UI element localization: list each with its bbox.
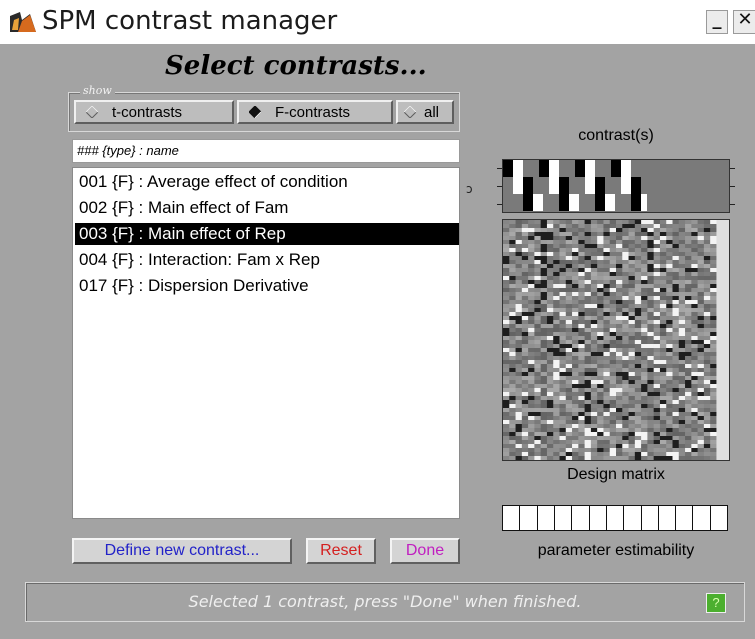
done-button[interactable]: Done: [390, 538, 460, 564]
radio-diamond-icon: [86, 106, 98, 118]
radio-diamond-icon: [404, 106, 416, 118]
contrast-label: contrast(s): [578, 127, 654, 144]
list-header: ### {type} : name: [72, 139, 460, 163]
radio-diamond-selected-icon: [249, 106, 261, 118]
contrast-image: [502, 159, 730, 213]
contrast-tick: [730, 204, 735, 205]
define-new-contrast-button[interactable]: Define new contrast...: [72, 538, 292, 564]
close-button[interactable]: ✕: [733, 10, 755, 34]
f-contrasts-radio[interactable]: F-contrasts: [237, 100, 393, 124]
contrast-tick: [730, 186, 735, 187]
estimability-cell: [520, 506, 538, 530]
reset-button[interactable]: Reset: [306, 538, 376, 564]
spm-app-icon: [10, 12, 36, 32]
contrast-tick: [730, 168, 735, 169]
estimability-cell: [693, 506, 711, 530]
radio-label: all: [424, 103, 440, 121]
estimability-cell: [642, 506, 659, 530]
estimability-cell: [503, 506, 521, 530]
t-contrasts-radio[interactable]: t-contrasts: [74, 100, 234, 124]
contrast-tick: [497, 186, 502, 187]
list-item[interactable]: 002 {F} : Main effect of Fam: [77, 197, 457, 219]
status-text: Selected 1 contrast, press "Done" when f…: [188, 592, 582, 611]
title-bar: SPM contrast manager _ ✕: [0, 0, 755, 44]
show-group-label: show: [80, 84, 115, 97]
contrast-tick: [497, 204, 502, 205]
status-bar: Selected 1 contrast, press "Done" when f…: [25, 582, 745, 622]
estimability-cell: [572, 506, 590, 530]
contrast-tick: [497, 168, 502, 169]
parameter-estimability-label: parameter estimability: [537, 542, 695, 559]
window-title: SPM contrast manager: [42, 6, 338, 36]
estimability-cell: [624, 506, 642, 530]
list-item-selected[interactable]: 003 {F} : Main effect of Rep: [75, 223, 459, 245]
estimability-cell: [590, 506, 607, 530]
page-heading: Select contrasts...: [165, 51, 427, 81]
estimability-cell: [538, 506, 555, 530]
list-item[interactable]: 017 {F} : Dispersion Derivative: [77, 275, 457, 297]
design-matrix-image: [502, 219, 730, 461]
help-button[interactable]: ?: [706, 593, 726, 613]
minimize-button[interactable]: _: [706, 10, 728, 34]
estimability-cell: [676, 506, 694, 530]
estimability-cell: [607, 506, 625, 530]
list-item[interactable]: 001 {F} : Average effect of condition: [77, 171, 457, 193]
design-matrix-label: Design matrix: [567, 466, 665, 483]
estimability-cell: [555, 506, 573, 530]
parameter-estimability-bar: [502, 505, 728, 531]
estimability-cell: [711, 506, 727, 530]
contrast-side-glyph: ɔ: [466, 182, 473, 196]
all-radio[interactable]: all: [396, 100, 454, 124]
radio-label: t-contrasts: [112, 103, 183, 121]
estimability-cell: [659, 506, 677, 530]
list-item[interactable]: 004 {F} : Interaction: Fam x Rep: [77, 249, 457, 271]
contrast-list[interactable]: 001 {F} : Average effect of condition 00…: [72, 167, 460, 519]
radio-label: F-contrasts: [275, 103, 351, 121]
